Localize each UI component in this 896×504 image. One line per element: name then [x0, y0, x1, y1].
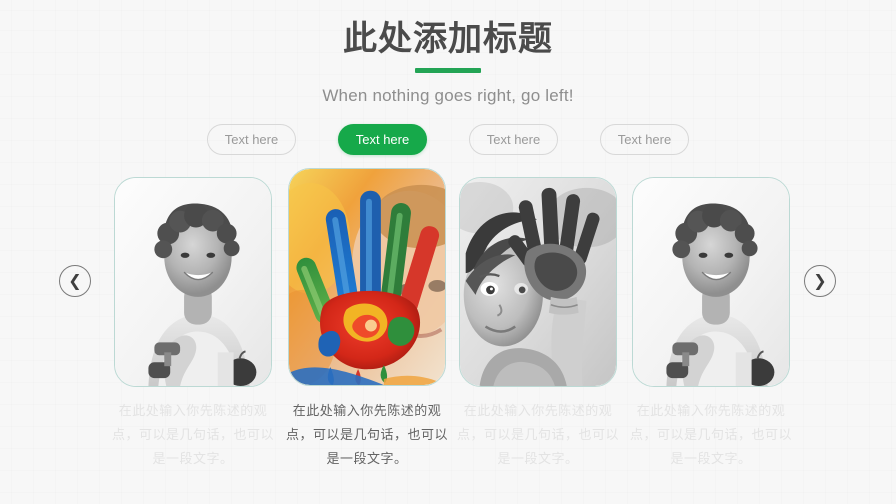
carousel-caption-4: 在此处输入你先陈述的观点，可以是几句话，也可以是一段文字。 [629, 404, 792, 467]
tab-button-3[interactable]: Text here [469, 124, 558, 155]
painted-hands-boy-grayscale-image [460, 178, 616, 386]
slide-header: 此处添加标题 When nothing goes right, go left! [0, 0, 896, 107]
tab-button-1[interactable]: Text here [207, 124, 296, 155]
slide-canvas: 此处添加标题 When nothing goes right, go left!… [0, 0, 896, 504]
carousel-card-2[interactable] [288, 168, 446, 386]
carousel-caption-1: 在此处输入你先陈述的观点，可以是几句话，也可以是一段文字。 [111, 404, 274, 467]
chevron-right-icon: ❯ [813, 270, 827, 290]
carousel-caption-2: 在此处输入你先陈述的观点，可以是几句话，也可以是一段文字。 [285, 404, 448, 467]
chevron-left-icon: ❮ [68, 270, 82, 290]
painted-hands-child-color-image [289, 169, 445, 385]
carousel-card-3[interactable] [459, 177, 617, 387]
fitness-woman-dumbbell-grayscale-image [115, 178, 271, 386]
page-title: 此处添加标题 [343, 19, 553, 59]
carousel-caption-3: 在此处输入你先陈述的观点，可以是几句话，也可以是一段文字。 [456, 404, 619, 467]
tab-bar: Text here Text here Text here Text here [0, 124, 896, 155]
carousel-prev-button[interactable]: ❮ [59, 265, 91, 297]
image-carousel: 在此处输入你先陈述的观点，可以是几句话，也可以是一段文字。 在此处输入你先陈述的… [0, 168, 896, 504]
page-subtitle: When nothing goes right, go left! [322, 86, 574, 105]
tab-button-2[interactable]: Text here [338, 124, 427, 155]
tab-button-4[interactable]: Text here [600, 124, 689, 155]
carousel-next-button[interactable]: ❯ [804, 265, 836, 297]
carousel-card-4[interactable] [632, 177, 790, 387]
fitness-woman-dumbbell-grayscale-image-2 [633, 178, 789, 386]
carousel-card-1[interactable] [114, 177, 272, 387]
